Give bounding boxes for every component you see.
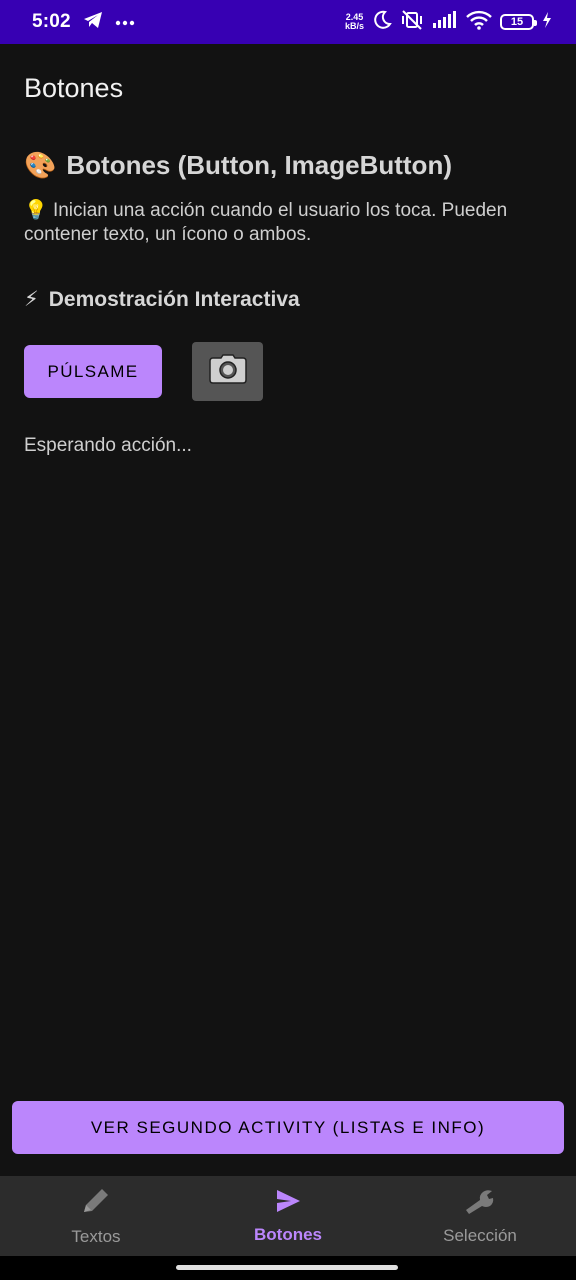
nav-label-textos: Textos xyxy=(71,1226,121,1246)
wifi-icon xyxy=(466,10,492,35)
home-indicator[interactable] xyxy=(176,1265,398,1270)
page-title: Botones xyxy=(24,72,124,103)
app-toolbar: Botones xyxy=(0,44,576,132)
lightbulb-icon: 💡 xyxy=(24,200,48,221)
camera-icon xyxy=(208,354,247,389)
nav-item-seleccion[interactable]: Selección xyxy=(384,1176,576,1256)
bottom-navigation: Textos Botones Selección xyxy=(0,1176,576,1256)
nav-label-seleccion: Selección xyxy=(443,1225,517,1245)
pulsame-button[interactable]: PÚLSAME xyxy=(24,345,162,398)
battery-indicator: 15 xyxy=(500,14,537,30)
palette-icon: 🎨 xyxy=(24,150,57,180)
status-left: 5:02 xyxy=(32,11,135,34)
signal-icon xyxy=(432,10,458,34)
vibrate-off-icon xyxy=(400,9,424,35)
section-title-text: Botones (Button, ImageButton) xyxy=(66,150,452,180)
camera-image-button[interactable] xyxy=(192,342,263,401)
telegram-icon xyxy=(83,11,103,34)
section-description: 💡 Inician una acción cuando el usuario l… xyxy=(24,199,554,247)
send-icon xyxy=(274,1188,302,1219)
action-status-text: Esperando acción... xyxy=(24,435,192,456)
status-bar: 5:02 2.45 kB/s 15 xyxy=(0,0,576,44)
status-time: 5:02 xyxy=(32,11,71,32)
more-dots-icon xyxy=(115,13,135,31)
network-speed: 2.45 kB/s xyxy=(345,13,364,31)
second-activity-button[interactable]: VER SEGUNDO ACTIVITY (LISTAS E INFO) xyxy=(12,1101,564,1154)
main-content: 🎨 Botones (Button, ImageButton) 💡 Inicia… xyxy=(24,150,554,457)
demo-buttons-row: PÚLSAME xyxy=(24,342,554,401)
section-title: 🎨 Botones (Button, ImageButton) xyxy=(24,150,554,181)
nav-item-botones[interactable]: Botones xyxy=(192,1176,384,1256)
speed-unit: kB/s xyxy=(344,21,364,31)
moon-icon xyxy=(372,10,392,35)
lightning-icon: ⚡ xyxy=(24,288,39,311)
status-right: 2.45 kB/s 15 xyxy=(345,9,552,35)
nav-label-botones: Botones xyxy=(254,1224,322,1244)
demo-title-text: Demostración Interactiva xyxy=(48,287,300,311)
nav-item-textos[interactable]: Textos xyxy=(0,1176,192,1256)
pencil-icon xyxy=(80,1186,112,1221)
description-text: Inician una acción cuando el usuario los… xyxy=(24,200,508,245)
charging-icon xyxy=(542,11,552,33)
wrench-icon xyxy=(463,1187,497,1220)
demo-title: ⚡ Demostración Interactiva xyxy=(24,287,554,312)
battery-level: 15 xyxy=(510,16,524,28)
